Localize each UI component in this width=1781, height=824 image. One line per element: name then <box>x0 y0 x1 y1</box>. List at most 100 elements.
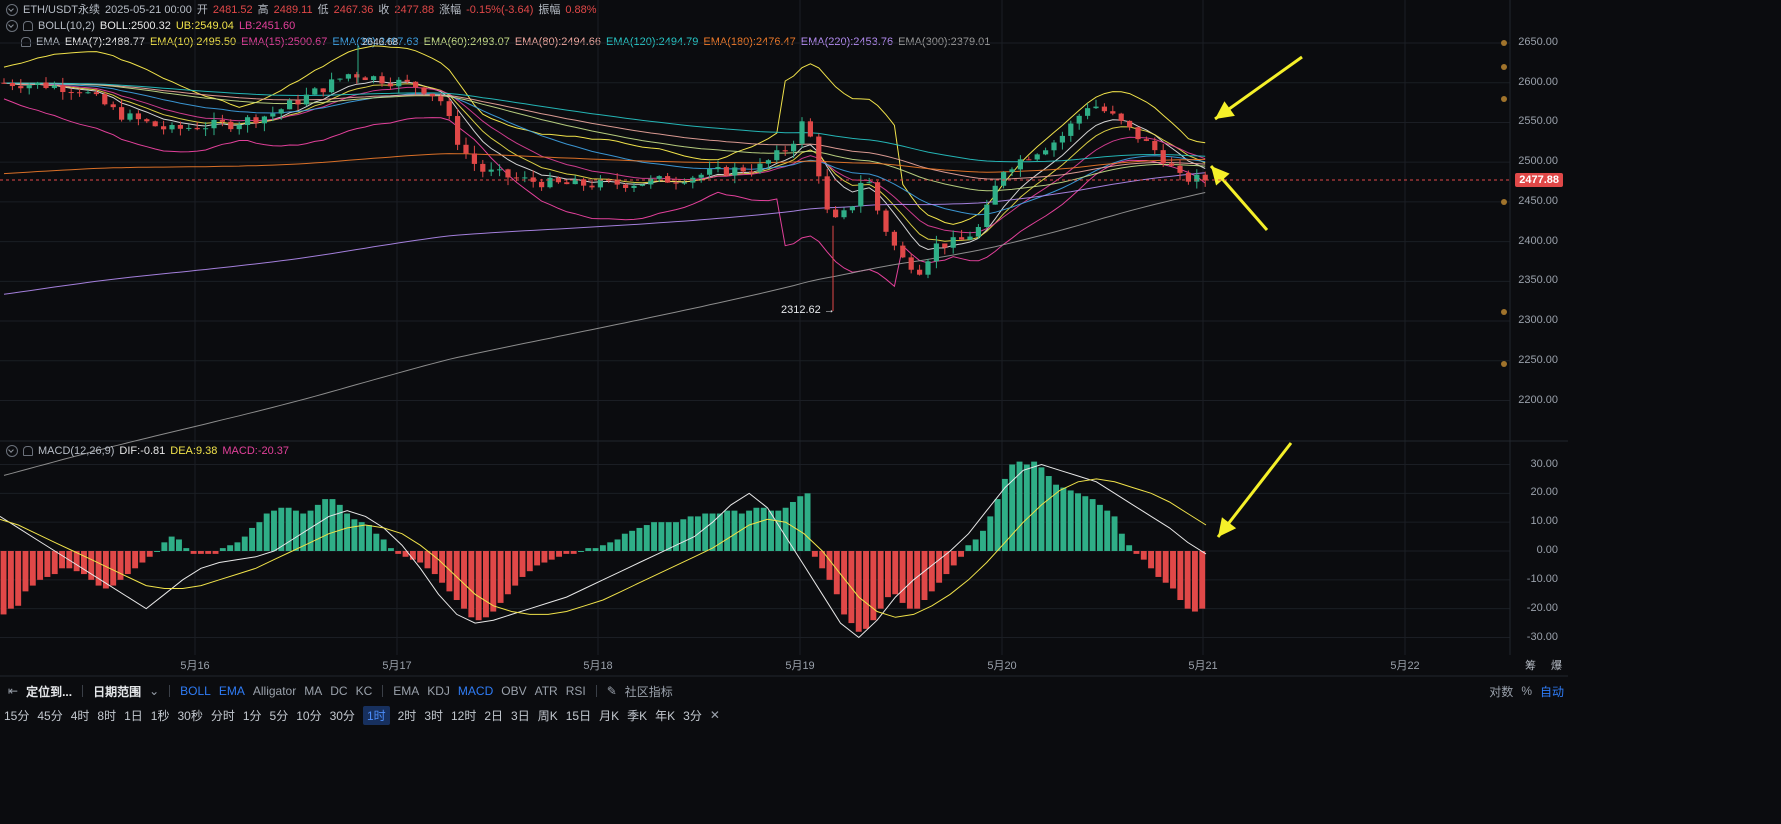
timeframe-周K[interactable]: 周K <box>538 707 558 724</box>
community-indicators-button[interactable]: 社区指标 <box>625 683 673 700</box>
boll-bands <box>3 45 1206 288</box>
macd-bar <box>380 539 387 551</box>
timeframe-30分[interactable]: 30分 <box>330 707 355 724</box>
macd-bar <box>1104 510 1111 551</box>
sub-indicator-kdj[interactable]: KDJ <box>427 684 450 698</box>
chevron-down-icon[interactable]: ⌄ <box>149 684 159 698</box>
macd-bar <box>29 551 36 586</box>
candle-body <box>883 210 889 232</box>
candle-body <box>799 121 805 144</box>
candle-body <box>102 94 108 105</box>
candle-body <box>723 167 729 176</box>
macd-bar <box>1191 551 1198 612</box>
macd-bar <box>1162 551 1169 583</box>
macd-bar <box>278 507 285 551</box>
macd-dif: DIF:-0.81 <box>119 445 166 457</box>
macd-bar <box>621 533 628 551</box>
macd-bar <box>906 551 913 609</box>
candle-body <box>1051 142 1057 151</box>
chip-button[interactable]: 筹 <box>1525 657 1536 673</box>
sub-indicator-atr[interactable]: ATR <box>535 684 558 698</box>
timeframe-季K[interactable]: 季K <box>627 707 647 724</box>
candle-body <box>564 182 570 185</box>
macd-chevron-icon[interactable] <box>6 445 18 457</box>
percent-button[interactable]: % <box>1521 684 1532 698</box>
macd-bar <box>44 551 51 577</box>
timeframe-1分[interactable]: 1分 <box>243 707 262 724</box>
candle-body <box>866 182 872 184</box>
timeframe-1秒[interactable]: 1秒 <box>151 707 170 724</box>
candle-body <box>807 121 813 137</box>
timeframe-15日[interactable]: 15日 <box>566 707 591 724</box>
timeframe-15分[interactable]: 15分 <box>4 707 29 724</box>
main-indicator-ema[interactable]: EMA <box>219 684 245 698</box>
candle-body <box>177 125 183 129</box>
main-indicator-boll[interactable]: BOLL <box>180 684 211 698</box>
macd-bar <box>1199 551 1206 609</box>
sub-indicator-obv[interactable]: OBV <box>501 684 526 698</box>
candle-body <box>833 209 839 218</box>
auto-scale-button[interactable]: 自动 <box>1540 683 1564 700</box>
locate-button[interactable]: 定位到... <box>26 683 72 700</box>
candle-body <box>513 177 519 179</box>
macd-bar <box>556 551 562 557</box>
date-range-button[interactable]: 日期范围 <box>93 683 141 700</box>
timeframe-年K[interactable]: 年K <box>655 707 675 724</box>
edit-icon[interactable]: ✎ <box>607 684 617 698</box>
main-indicator-kc[interactable]: KC <box>356 684 373 698</box>
alert-dot[interactable] <box>1501 199 1507 205</box>
candle-body <box>1017 159 1023 170</box>
time-tick-label: 5月16 <box>180 660 210 672</box>
close-icon[interactable]: ✕ <box>710 708 720 722</box>
macd-bar <box>483 551 489 618</box>
timeframe-2时[interactable]: 2时 <box>398 707 417 724</box>
macd-bar <box>1067 490 1074 551</box>
candle-body <box>522 177 528 179</box>
log-scale-button[interactable]: 对数 <box>1489 683 1513 700</box>
sub-indicator-rsi[interactable]: RSI <box>566 684 586 698</box>
timeframe-1日[interactable]: 1日 <box>124 707 143 724</box>
candle-body <box>26 84 32 89</box>
macd-bar <box>548 551 555 560</box>
alert-dot[interactable] <box>1501 40 1507 46</box>
timeframe-8时[interactable]: 8时 <box>97 707 116 724</box>
timeframe-3日[interactable]: 3日 <box>511 707 530 724</box>
price-tick-label: 2600.00 <box>1518 75 1558 88</box>
timeframe-4时[interactable]: 4时 <box>71 707 90 724</box>
time-tick-label: 5月22 <box>1390 660 1420 672</box>
candle-body <box>858 182 864 207</box>
candle-body <box>765 160 771 164</box>
candle-body <box>782 150 788 152</box>
alert-dot[interactable] <box>1501 64 1507 70</box>
alert-dot[interactable] <box>1501 361 1507 367</box>
alert-dot[interactable] <box>1501 96 1507 102</box>
locate-icon[interactable]: ⇤ <box>8 684 18 698</box>
timeframe-3分[interactable]: 3分 <box>683 707 702 724</box>
timeframe-10分[interactable]: 10分 <box>296 707 321 724</box>
main-indicator-alligator[interactable]: Alligator <box>253 684 296 698</box>
timeframe-3时[interactable]: 3时 <box>424 707 443 724</box>
ema-line <box>3 82 1206 216</box>
macd-bar <box>760 507 767 551</box>
liquidation-button[interactable]: 爆 <box>1551 657 1562 673</box>
alert-dot[interactable] <box>1501 309 1507 315</box>
timeframe-12时[interactable]: 12时 <box>451 707 476 724</box>
macd-bar <box>468 551 475 618</box>
main-indicator-ma[interactable]: MA <box>304 684 322 698</box>
timeframe-分时[interactable]: 分时 <box>211 707 235 724</box>
timeframe-月K[interactable]: 月K <box>599 707 619 724</box>
timeframe-45分[interactable]: 45分 <box>37 707 62 724</box>
timeframe-2日[interactable]: 2日 <box>484 707 503 724</box>
sub-indicator-macd[interactable]: MACD <box>458 684 493 698</box>
timeframe-5分[interactable]: 5分 <box>270 707 289 724</box>
macd-bell-icon[interactable] <box>23 446 33 456</box>
main-indicator-dc[interactable]: DC <box>330 684 347 698</box>
macd-bar <box>7 551 14 609</box>
timeframe-1时[interactable]: 1时 <box>362 705 390 725</box>
macd-bar <box>972 539 979 551</box>
candle-body <box>950 237 956 248</box>
candle-body <box>1118 113 1124 121</box>
price-chart[interactable] <box>0 0 1568 680</box>
sub-indicator-ema[interactable]: EMA <box>393 684 419 698</box>
timeframe-30秒[interactable]: 30秒 <box>177 707 202 724</box>
